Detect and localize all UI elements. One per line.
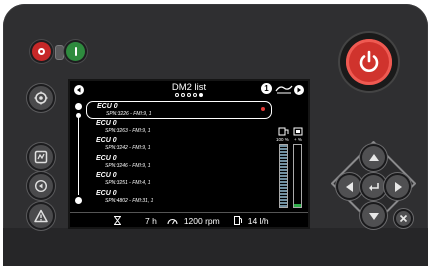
selection-marker (261, 107, 265, 111)
page-dot (181, 93, 185, 97)
gauge-panel: 100 % + % (276, 127, 308, 209)
arrow-right-icon (394, 181, 402, 192)
enter-button[interactable] (362, 175, 385, 198)
ecu-label: ECU 0 (96, 119, 117, 127)
power-icon (359, 50, 379, 72)
scroll-up-button[interactable] (75, 103, 82, 110)
page-dot (175, 93, 179, 97)
list-scrollbar[interactable] (75, 103, 83, 204)
spn-label: SPN:3251 - FMI:4, 1 (105, 180, 151, 187)
ecu-label: ECU 0 (96, 137, 117, 145)
enter-icon (368, 182, 379, 191)
arrow-down-icon (368, 212, 379, 220)
fuel-level-label: 100 % (276, 137, 289, 142)
right-button[interactable] (386, 175, 409, 198)
warning-button[interactable] (29, 204, 53, 228)
arrow-left-icon (345, 181, 353, 192)
status-bar: 7 h 1200 rpm 14 l/h (70, 212, 308, 228)
page-dot-active (199, 93, 203, 97)
ecu-label: ECU 0 (96, 172, 117, 180)
power-button-ring (340, 33, 398, 91)
list-item-selected[interactable]: ECU 0 SPN:3226 - FMI:9, 1 (86, 101, 272, 119)
display-screen: DM2 list 1 ECU 0 SPN:3226 - FMI:9, 1 ECU… (68, 79, 310, 229)
spn-label: SPN:4802 - FMI:31, 1 (105, 197, 154, 204)
list-item[interactable]: ECU 0 SPN:3242 - FMI:9, 1 (86, 136, 272, 154)
fuel-pump-icon (278, 127, 289, 136)
close-icon (399, 214, 408, 223)
start-button[interactable] (66, 42, 85, 61)
ecu-label: ECU 0 (96, 154, 117, 162)
mode-switch[interactable] (55, 45, 64, 60)
scroll-track (78, 117, 79, 195)
list-item[interactable]: ECU 0 SPN:3263 - FMI:9, 1 (86, 119, 272, 137)
spn-label: SPN:3226 - FMI:9, 1 (106, 111, 152, 117)
spn-label: SPN:3263 - FMI:9, 1 (105, 127, 151, 134)
ecu-label: ECU 0 (96, 189, 117, 197)
diagnostics-button[interactable] (29, 145, 53, 169)
settings-icon (34, 91, 48, 105)
stop-icon (38, 48, 45, 55)
ecu-label: ECU 0 (97, 103, 118, 110)
spn-label: SPN:3246 - FMI:9, 1 (105, 162, 151, 169)
page-title: DM2 list (171, 82, 207, 93)
list-item[interactable]: ECU 0 SPN:4802 - FMI:31, 1 (86, 189, 272, 207)
engine-hours: 7 h (145, 215, 157, 226)
scroll-thumb[interactable] (76, 113, 81, 118)
scroll-down-button[interactable] (75, 197, 82, 204)
info-icon[interactable]: 1 (261, 83, 272, 94)
secondary-level-gauge (293, 144, 302, 208)
housing-bottom-bezel (3, 228, 428, 266)
engine-icon (275, 85, 293, 94)
list-item[interactable]: ECU 0 SPN:3251 - FMI:4, 1 (86, 171, 272, 189)
engine-rpm: 1200 rpm (183, 215, 220, 226)
start-icon (74, 47, 77, 56)
settings-button[interactable] (29, 86, 53, 110)
other-level-label: + % (294, 137, 302, 142)
page-dot (187, 93, 191, 97)
cancel-button[interactable] (396, 211, 411, 226)
down-button[interactable] (362, 204, 385, 227)
stop-button[interactable] (32, 42, 51, 61)
list-item[interactable]: ECU 0 SPN:3246 - FMI:9, 1 (86, 154, 272, 172)
cycle-button[interactable] (29, 174, 53, 198)
fuel-rate: 14 l/h (247, 215, 269, 226)
diagnostics-icon (34, 150, 48, 164)
up-button[interactable] (362, 146, 385, 169)
arrow-up-icon (368, 153, 379, 161)
spn-label: SPN:3242 - FMI:9, 1 (105, 145, 151, 152)
page-indicator (70, 93, 308, 98)
page-dot (193, 93, 197, 97)
reagent-icon (293, 127, 303, 136)
power-button[interactable] (346, 39, 392, 85)
hourglass-icon (114, 216, 121, 225)
warning-icon (34, 209, 48, 223)
left-button[interactable] (338, 175, 361, 198)
dm2-list: ECU 0 SPN:3226 - FMI:9, 1 ECU 0 SPN:3263… (86, 101, 272, 207)
fuel-level-gauge (279, 144, 288, 208)
tachometer-icon (167, 218, 178, 224)
secondary-level-fill (294, 203, 301, 207)
fuel-pump-icon (233, 216, 242, 225)
cycle-icon (34, 179, 48, 193)
